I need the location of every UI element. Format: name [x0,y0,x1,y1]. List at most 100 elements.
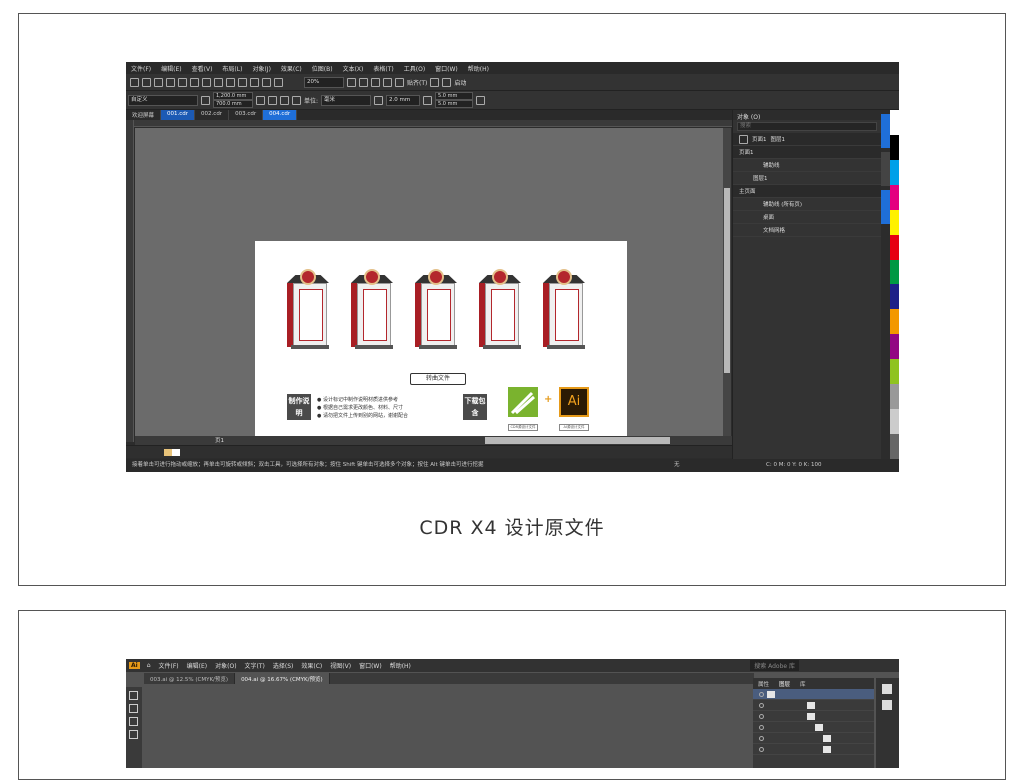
ai-menu-object[interactable]: 对象(O) [211,661,240,670]
ai-menu-window[interactable]: 窗口(W) [355,661,386,670]
color-swatch[interactable] [890,184,899,210]
color-swatch[interactable] [890,159,899,185]
cut-icon[interactable] [190,77,199,87]
visibility-eye-icon[interactable] [759,746,764,752]
redo-icon[interactable] [238,77,247,87]
nudge-distance-field[interactable]: 2.0 mm [386,94,421,106]
new-icon[interactable] [130,77,139,87]
color-swatch[interactable] [890,334,899,360]
page-icon[interactable] [739,134,748,144]
vertical-scrollbar[interactable] [723,128,731,436]
page-preset-select[interactable]: 自定义 [128,94,198,106]
tab-003-ai[interactable]: 003.ai @ 12.5% (CMYK/预览) [144,673,236,684]
menu-layout[interactable]: 布局(L) [217,64,247,73]
portrait-icon[interactable] [256,95,265,105]
menu-tools[interactable]: 工具(O) [399,64,430,73]
color-swatch[interactable] [890,259,899,285]
zoom-level-field[interactable]: 20% [304,76,344,88]
units-select[interactable]: 毫米 [321,94,372,106]
tab-welcome[interactable]: 欢迎屏幕 [126,110,162,120]
color-swatch[interactable] [890,409,899,434]
current-page-icon[interactable] [292,95,301,105]
page-width-field[interactable]: 1,200.0 mm [213,92,253,100]
object-tree-row[interactable]: 辅助线 [733,159,881,172]
signboard-2[interactable] [349,269,395,349]
tab-libraries[interactable]: 库 [795,678,811,689]
import-icon[interactable] [250,77,259,87]
color-swatch[interactable] [172,449,180,456]
rulers-icon[interactable] [359,77,368,87]
ai-search-input[interactable]: 搜索 Adobe 库 [750,660,799,671]
color-swatch[interactable] [890,284,899,310]
page-height-field[interactable]: 700.0 mm [213,100,253,108]
type-tool-icon[interactable] [129,730,138,739]
open-icon[interactable] [142,77,151,87]
save-icon[interactable] [154,77,163,87]
layer-row[interactable] [753,744,874,755]
layer-row[interactable] [753,722,874,733]
object-tree-row[interactable]: 辅助线 (所有页) [733,198,881,211]
duplicate-y-field[interactable]: 5.0 mm [435,100,474,108]
visibility-eye-icon[interactable] [759,713,764,719]
pdf-icon[interactable] [274,77,283,87]
color-swatch[interactable] [890,359,899,385]
direct-selection-tool-icon[interactable] [129,704,138,713]
layer-row[interactable] [753,689,874,700]
visibility-eye-icon[interactable] [759,724,764,730]
menu-file[interactable]: 文件(F) [126,64,156,73]
upload-icon[interactable] [166,77,175,87]
signboard-3[interactable] [413,269,459,349]
ai-menu-file[interactable]: 文件(F) [155,661,183,670]
visibility-eye-icon[interactable] [759,691,764,697]
color-swatch[interactable] [890,309,899,335]
launch-button[interactable]: 启动 [454,78,466,87]
color-swatch[interactable] [890,234,899,260]
pen-tool-icon[interactable] [129,717,138,726]
menu-edit[interactable]: 编辑(E) [156,64,186,73]
page-tab[interactable]: 页1 [215,436,224,444]
grid-icon[interactable] [371,77,380,87]
ai-menu-view[interactable]: 视图(V) [326,661,355,670]
fullscreen-icon[interactable] [347,77,356,87]
tab-properties[interactable]: 属性 [753,678,774,689]
menu-text[interactable]: 文本(X) [338,64,369,73]
menu-table[interactable]: 表格(T) [368,64,398,73]
tab-001[interactable]: 001.cdr [161,110,196,120]
menu-view[interactable]: 查看(V) [187,64,218,73]
ai-menu-effect[interactable]: 效果(C) [297,661,326,670]
color-swatch[interactable] [890,384,899,410]
object-tree-row[interactable]: 页面1 [733,146,881,159]
ai-menu-type[interactable]: 文字(T) [241,661,269,670]
drawing-canvas[interactable]: 转曲文件 制作说明 ● 设计标记中制作说明材质进供参考 ● 根据自己需求更改颜色… [135,128,723,457]
landscape-icon[interactable] [268,95,277,105]
visibility-eye-icon[interactable] [759,702,764,708]
menu-bitmaps[interactable]: 位图(B) [307,64,338,73]
tab-layers[interactable]: 图层 [774,678,795,689]
layer-row[interactable] [753,700,874,711]
duplicate-x-field[interactable]: 5.0 mm [435,92,474,100]
home-icon[interactable]: ⌂ [143,662,155,669]
guidelines-icon[interactable] [383,77,392,87]
options-gear-icon[interactable] [430,77,440,87]
object-tree-row[interactable]: 主页面 [733,185,881,198]
tab-003[interactable]: 003.cdr [229,110,264,120]
launcher-icon[interactable] [442,77,452,87]
object-tree-row[interactable]: 桌面 [733,211,881,224]
ai-menu-edit[interactable]: 编辑(E) [183,661,211,670]
layer-row[interactable] [753,711,874,722]
horizontal-scroll-thumb[interactable] [485,437,670,444]
color-swatch[interactable] [164,449,172,456]
menu-help[interactable]: 帮助(H) [463,64,494,73]
layer-row[interactable] [753,733,874,744]
docker-tab[interactable] [881,114,890,148]
docker-tab[interactable] [881,152,890,186]
visibility-eye-icon[interactable] [759,735,764,741]
color-swatch[interactable] [890,209,899,235]
selection-tool-icon[interactable] [129,691,138,700]
menu-object[interactable]: 对象(J) [247,64,275,73]
tab-002[interactable]: 002.cdr [195,110,230,120]
color-swatch[interactable] [890,134,899,160]
color-swatch[interactable] [890,433,899,459]
paste-icon[interactable] [214,77,223,87]
copy-icon[interactable] [202,77,211,87]
